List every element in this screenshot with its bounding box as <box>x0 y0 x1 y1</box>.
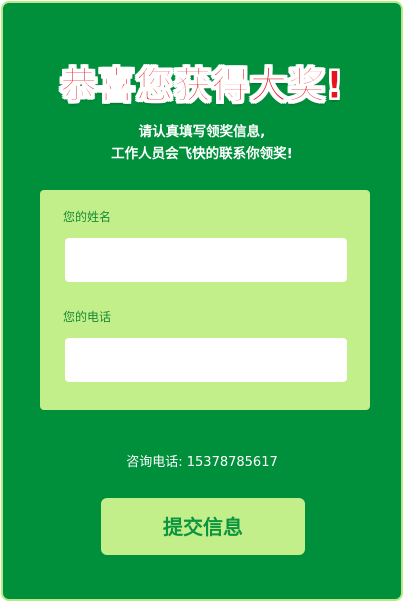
instructions: 请认真填写领奖信息, 工作人员会飞快的联系你领奖! <box>3 121 401 165</box>
hotline-number: 15378785617 <box>186 455 278 470</box>
prize-headline: 恭喜您获得大奖! <box>60 64 344 108</box>
name-label: 您的姓名 <box>63 210 112 224</box>
phone-input[interactable] <box>65 338 347 382</box>
phone-label: 您的电话 <box>63 310 112 324</box>
claim-form: 您的姓名 您的电话 <box>40 190 370 410</box>
instructions-line-2: 工作人员会飞快的联系你领奖! <box>111 146 293 162</box>
hotline: 咨询电话: 15378785617 <box>3 451 401 470</box>
name-input[interactable] <box>65 238 347 282</box>
hotline-label: 咨询电话: <box>126 455 183 470</box>
prize-claim-panel: 恭喜您获得大奖! 请认真填写领奖信息, 工作人员会飞快的联系你领奖! 您的姓名 … <box>1 1 403 601</box>
instructions-line-1: 请认真填写领奖信息, <box>138 124 266 140</box>
submit-button[interactable]: 提交信息 <box>101 498 305 555</box>
